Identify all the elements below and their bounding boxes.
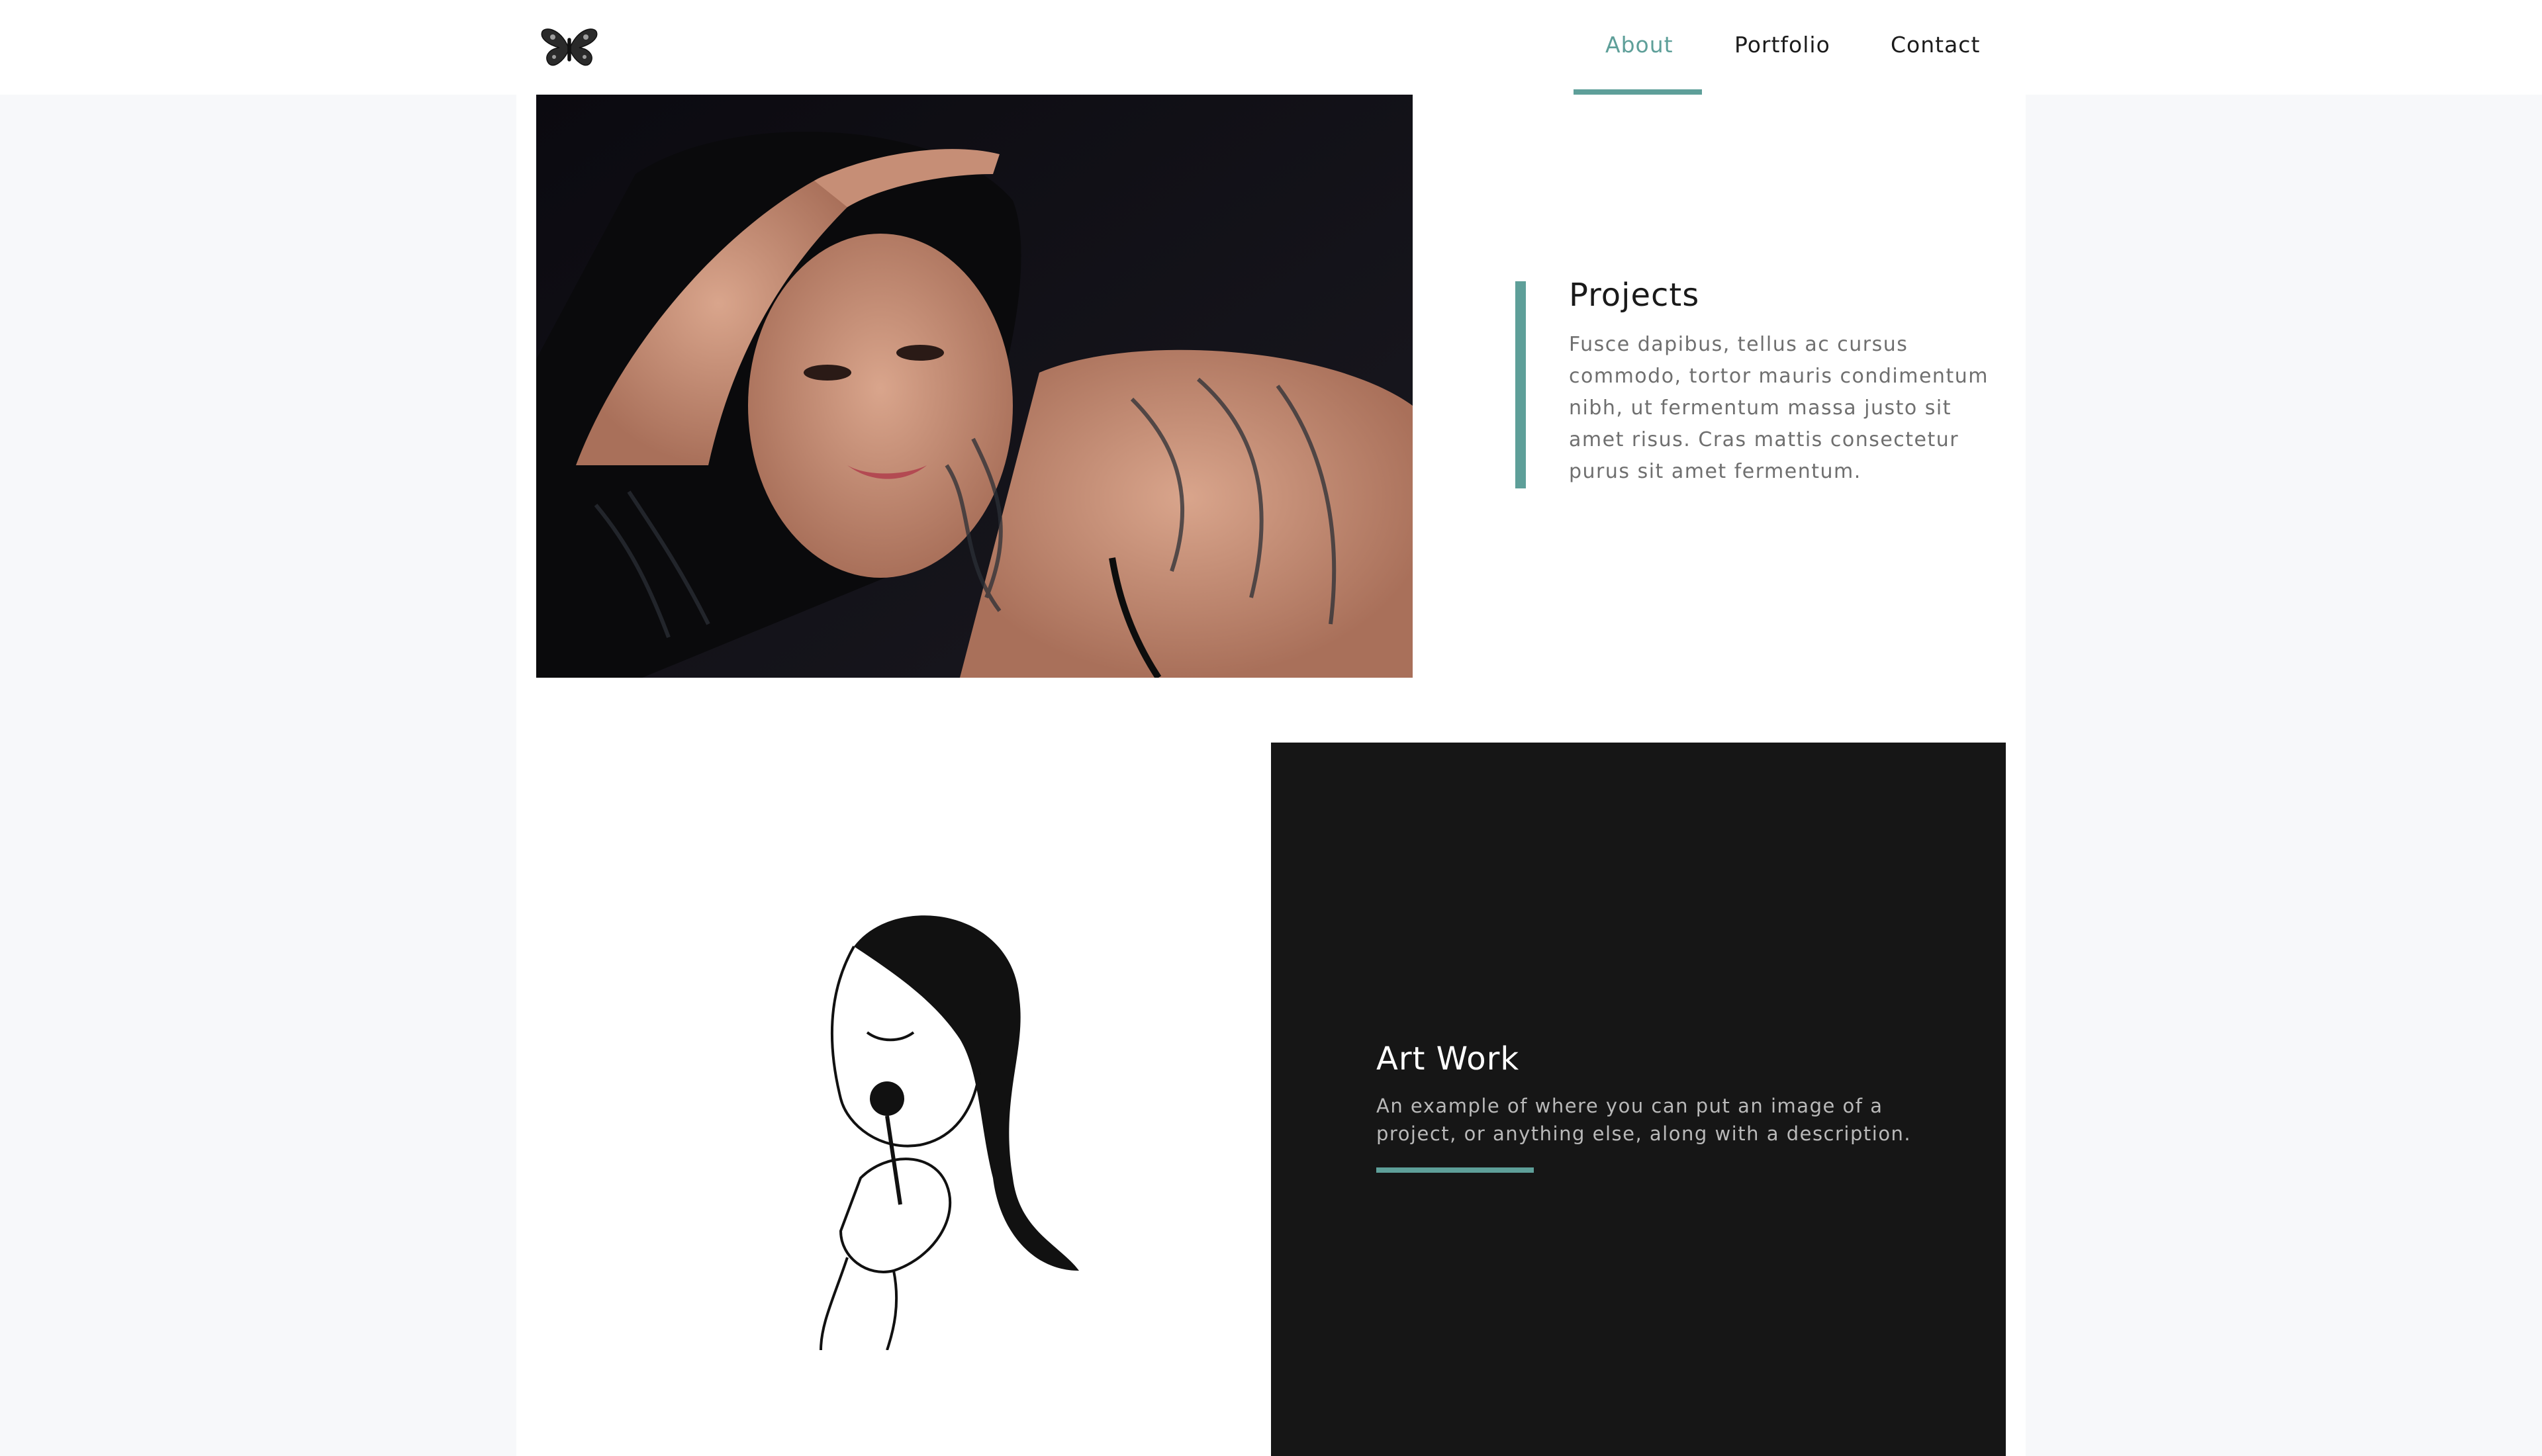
top-navbar: About Portfolio Contact bbox=[0, 0, 2542, 95]
artwork-title: Art Work bbox=[1376, 1040, 1520, 1077]
nav-portfolio[interactable]: Portfolio bbox=[1734, 32, 1830, 58]
nav-about[interactable]: About bbox=[1605, 32, 1673, 58]
active-nav-indicator bbox=[1574, 89, 1702, 95]
artwork-accent-line bbox=[1376, 1167, 1534, 1173]
artwork-description: An example of where you can put an image… bbox=[1376, 1095, 1912, 1145]
nav-contact[interactable]: Contact bbox=[1891, 32, 1980, 58]
art-illustration bbox=[820, 915, 1079, 1350]
hero-photo bbox=[536, 95, 1413, 678]
projects-accent-bar bbox=[1515, 281, 1526, 488]
projects-description: Fusce dapibus, tellus ac cursus commodo,… bbox=[1569, 333, 1989, 483]
butterfly-icon[interactable] bbox=[540, 26, 599, 69]
projects-title: Projects bbox=[1569, 277, 1700, 314]
